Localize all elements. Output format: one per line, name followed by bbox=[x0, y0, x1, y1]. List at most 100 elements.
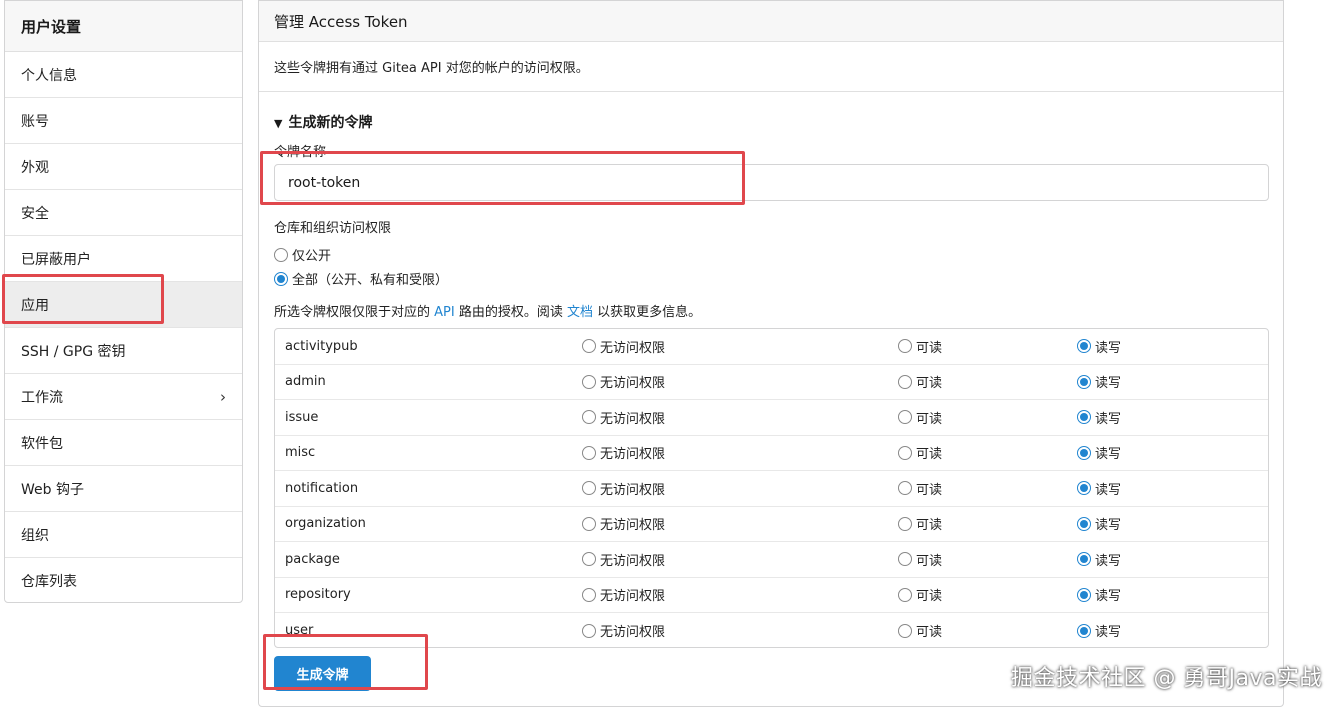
permission-option[interactable]: 无访问权限 bbox=[582, 400, 665, 435]
permission-option[interactable]: 可读 bbox=[898, 400, 942, 435]
permission-option[interactable]: 读写 bbox=[1077, 400, 1121, 435]
permission-option[interactable]: 可读 bbox=[898, 507, 942, 542]
permission-option[interactable]: 可读 bbox=[898, 436, 942, 471]
permission-option[interactable]: 无访问权限 bbox=[582, 542, 665, 577]
repo-access-public-option[interactable]: 仅公开 bbox=[274, 245, 331, 264]
permission-option-label: 可读 bbox=[916, 482, 943, 498]
permission-row-misc: misc 无访问权限 可读 读写 bbox=[275, 436, 1268, 471]
radio-button[interactable] bbox=[1077, 587, 1091, 602]
hint-text: 所选令牌权限仅限于对应的 bbox=[274, 305, 435, 320]
radio-button[interactable] bbox=[582, 587, 596, 602]
permission-option-label: 无访问权限 bbox=[600, 376, 666, 392]
radio-button[interactable] bbox=[582, 481, 596, 496]
radio-button[interactable] bbox=[898, 481, 912, 496]
permission-option[interactable]: 可读 bbox=[898, 613, 942, 647]
permission-option[interactable]: 无访问权限 bbox=[582, 365, 665, 400]
radio-button[interactable] bbox=[898, 339, 912, 354]
permission-name: repository bbox=[285, 587, 351, 603]
sidebar-item-label: Web 钩子 bbox=[21, 481, 84, 498]
radio-button[interactable] bbox=[582, 623, 596, 638]
permission-option[interactable]: 可读 bbox=[898, 471, 942, 506]
generate-token-button[interactable]: 生成令牌 bbox=[274, 656, 371, 691]
permission-option-label: 无访问权限 bbox=[600, 553, 666, 569]
permission-option[interactable]: 读写 bbox=[1077, 436, 1121, 471]
radio-button[interactable] bbox=[898, 410, 912, 425]
permission-hint: 所选令牌权限仅限于对应的 API 路由的授权。阅读 文档 以获取更多信息。 bbox=[274, 301, 701, 320]
radio-button[interactable] bbox=[898, 445, 912, 460]
permissions-table: activitypub 无访问权限 可读 读写 admin 无访问权限 可读 读写 issue 无… bbox=[274, 328, 1269, 648]
permission-option-label: 可读 bbox=[916, 411, 943, 427]
api-link[interactable]: API bbox=[434, 305, 455, 320]
sidebar-item-8[interactable]: 软件包 bbox=[5, 420, 242, 466]
radio-button[interactable] bbox=[1077, 623, 1091, 638]
generate-token-toggle[interactable]: ▼ 生成新的令牌 bbox=[274, 112, 372, 132]
permission-name: organization bbox=[285, 516, 366, 532]
radio-button[interactable] bbox=[582, 552, 596, 567]
radio-button[interactable] bbox=[1077, 410, 1091, 425]
permission-option[interactable]: 可读 bbox=[898, 542, 942, 577]
sidebar-item-2[interactable]: 外观 bbox=[5, 144, 242, 190]
docs-link[interactable]: 文档 bbox=[567, 305, 593, 320]
permission-option[interactable]: 读写 bbox=[1077, 471, 1121, 506]
permission-option[interactable]: 可读 bbox=[898, 365, 942, 400]
radio-button[interactable] bbox=[1077, 374, 1091, 389]
radio-button[interactable] bbox=[1077, 516, 1091, 531]
radio-button[interactable] bbox=[582, 339, 596, 354]
radio-button[interactable] bbox=[274, 271, 288, 286]
permission-option[interactable]: 读写 bbox=[1077, 542, 1121, 577]
radio-button[interactable] bbox=[582, 445, 596, 460]
permission-option[interactable]: 无访问权限 bbox=[582, 578, 665, 613]
radio-button[interactable] bbox=[898, 587, 912, 602]
permission-option[interactable]: 无访问权限 bbox=[582, 471, 665, 506]
permission-option-label: 读写 bbox=[1095, 482, 1122, 498]
permission-option[interactable]: 读写 bbox=[1077, 329, 1121, 364]
sidebar-item-5[interactable]: 应用 bbox=[5, 282, 242, 328]
permission-option-label: 可读 bbox=[916, 447, 943, 463]
sidebar-item-6[interactable]: SSH / GPG 密钥 bbox=[5, 328, 242, 374]
radio-button[interactable] bbox=[1077, 445, 1091, 460]
chevron-right-icon: › bbox=[220, 387, 226, 406]
radio-button[interactable] bbox=[1077, 481, 1091, 496]
sidebar-item-10[interactable]: 组织 bbox=[5, 512, 242, 558]
permission-option-label: 读写 bbox=[1095, 411, 1122, 427]
sidebar-item-11[interactable]: 仓库列表 bbox=[5, 558, 242, 604]
permission-name: activitypub bbox=[285, 338, 358, 354]
radio-button[interactable] bbox=[582, 516, 596, 531]
radio-button[interactable] bbox=[1077, 552, 1091, 567]
permission-option[interactable]: 可读 bbox=[898, 578, 942, 613]
permission-option[interactable]: 无访问权限 bbox=[582, 329, 665, 364]
permission-option[interactable]: 无访问权限 bbox=[582, 507, 665, 542]
radio-button[interactable] bbox=[898, 374, 912, 389]
radio-button[interactable] bbox=[582, 374, 596, 389]
permission-option-label: 可读 bbox=[916, 589, 943, 605]
permission-option[interactable]: 读写 bbox=[1077, 507, 1121, 542]
radio-button[interactable] bbox=[274, 247, 288, 262]
repo-access-all-label: 全部（公开、私有和受限） bbox=[292, 273, 449, 288]
repo-access-all-option[interactable]: 全部（公开、私有和受限） bbox=[274, 269, 448, 288]
radio-button[interactable] bbox=[582, 410, 596, 425]
repo-access-label: 仓库和组织访问权限 bbox=[274, 221, 392, 236]
radio-button[interactable] bbox=[898, 516, 912, 531]
permission-option-label: 可读 bbox=[916, 340, 943, 356]
permission-option-label: 无访问权限 bbox=[600, 482, 666, 498]
permission-option[interactable]: 读写 bbox=[1077, 365, 1121, 400]
sidebar-item-4[interactable]: 已屏蔽用户 bbox=[5, 236, 242, 282]
hint-text: 路由的授权。阅读 bbox=[454, 305, 567, 320]
permission-option[interactable]: 无访问权限 bbox=[582, 613, 665, 647]
permission-option[interactable]: 可读 bbox=[898, 329, 942, 364]
sidebar-item-1[interactable]: 账号 bbox=[5, 98, 242, 144]
permission-option[interactable]: 无访问权限 bbox=[582, 436, 665, 471]
sidebar-item-label: SSH / GPG 密钥 bbox=[21, 343, 126, 360]
sidebar-item-0[interactable]: 个人信息 bbox=[5, 52, 242, 98]
sidebar-item-9[interactable]: Web 钩子 bbox=[5, 466, 242, 512]
radio-button[interactable] bbox=[898, 552, 912, 567]
sidebar-item-3[interactable]: 安全 bbox=[5, 190, 242, 236]
token-name-input[interactable] bbox=[274, 164, 1269, 201]
radio-button[interactable] bbox=[1077, 339, 1091, 354]
radio-button[interactable] bbox=[898, 623, 912, 638]
permission-name: issue bbox=[285, 409, 319, 425]
sidebar-item-7[interactable]: 工作流 › bbox=[5, 374, 242, 420]
permission-option[interactable]: 读写 bbox=[1077, 578, 1121, 613]
permission-option[interactable]: 读写 bbox=[1077, 613, 1121, 647]
permission-option-label: 无访问权限 bbox=[600, 340, 666, 356]
